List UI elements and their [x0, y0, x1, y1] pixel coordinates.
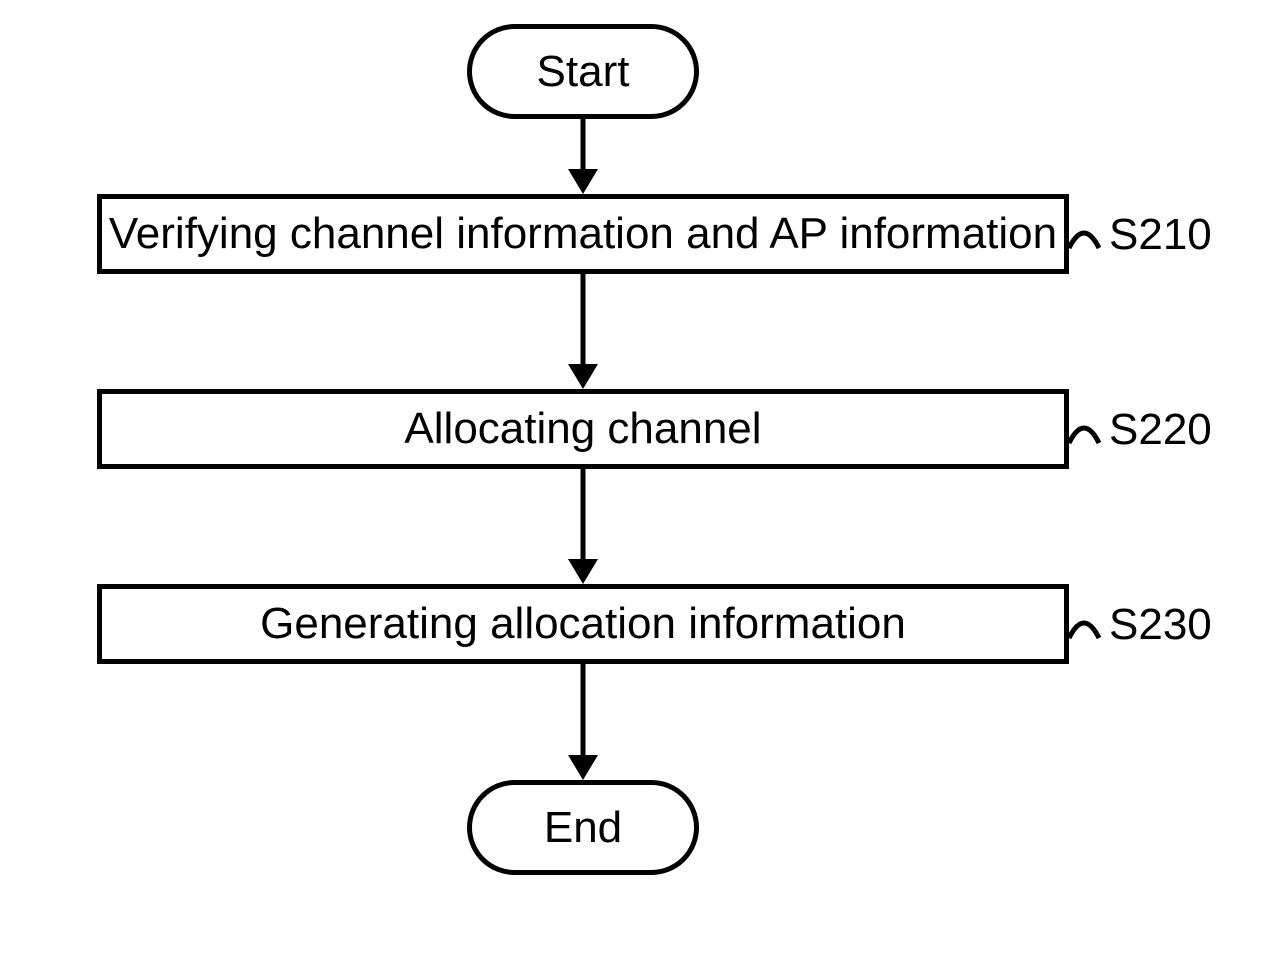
step1-label: S210	[1109, 210, 1212, 260]
process-step-2: Allocating channel	[97, 389, 1069, 469]
tick-s230	[1069, 608, 1099, 638]
step2-label: S220	[1109, 405, 1212, 455]
process-step-3: Generating allocation information	[97, 584, 1069, 664]
tick-s220	[1069, 413, 1099, 443]
end-terminator: End	[467, 780, 699, 875]
step2-text: Allocating channel	[404, 404, 761, 454]
tick-s210	[1069, 218, 1099, 248]
step3-text: Generating allocation information	[260, 599, 906, 649]
arrow-step2-to-step3	[578, 469, 588, 584]
step1-text: Verifying channel information and AP inf…	[109, 209, 1057, 259]
end-label: End	[544, 803, 622, 853]
start-terminator: Start	[467, 24, 699, 119]
arrow-step1-to-step2	[578, 274, 588, 389]
step3-label: S230	[1109, 600, 1212, 650]
start-label: Start	[537, 47, 630, 97]
process-step-1: Verifying channel information and AP inf…	[97, 194, 1069, 274]
arrow-step3-to-end	[578, 664, 588, 780]
arrow-start-to-step1	[578, 119, 588, 194]
